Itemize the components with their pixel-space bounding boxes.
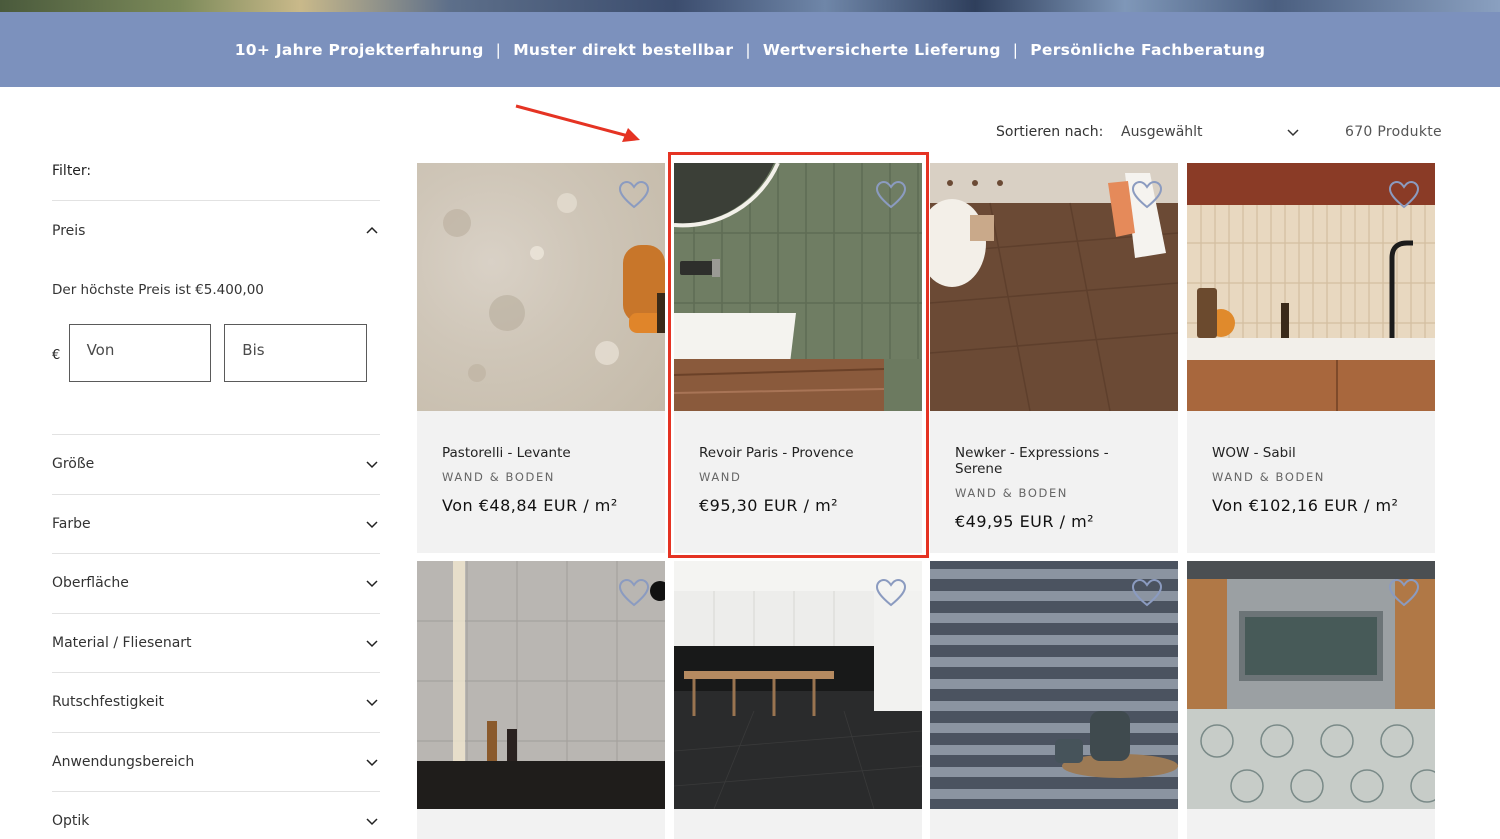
product-name[interactable]: Newker - Expressions - Serene (955, 445, 1153, 477)
product-image[interactable] (1187, 163, 1435, 411)
product-card[interactable]: WOW - Sabil WAND & BODEN Von €102,16 EUR… (1187, 163, 1435, 553)
product-card[interactable]: Newker - Expressions - Serene WAND & BOD… (930, 163, 1178, 553)
sort-bar: Sortieren nach: Ausgewählt (996, 124, 1301, 140)
chevron-down-icon (366, 521, 378, 528)
facet-size-toggle[interactable]: Größe (52, 434, 380, 494)
facet-label: Preis (52, 222, 86, 239)
product-card[interactable] (930, 561, 1178, 839)
chevron-up-icon (366, 226, 378, 234)
product-card[interactable]: Pastorelli - Levante WAND & BODEN Von €4… (417, 163, 665, 553)
product-image[interactable] (417, 561, 665, 809)
chevron-down-icon (1287, 129, 1299, 137)
product-price: €49,95 EUR / m² (955, 512, 1095, 531)
announcement-item: 10+ Jahre Projekterfahrung (234, 40, 484, 59)
product-category: WAND & BODEN (1212, 470, 1326, 484)
announcement-separator: | (745, 40, 751, 59)
announcement-separator: | (495, 40, 502, 59)
wishlist-heart-icon[interactable] (1389, 579, 1419, 607)
facet-label: Material / Fliesenart (52, 634, 192, 651)
wishlist-heart-icon[interactable] (1132, 181, 1162, 209)
product-image[interactable] (417, 163, 665, 411)
product-name[interactable]: Pastorelli - Levante (442, 445, 640, 461)
facet-label: Optik (52, 812, 90, 829)
filter-title: Filter: (52, 163, 92, 179)
announcement-bar: 10+ Jahre Projekterfahrung | Muster dire… (0, 12, 1500, 87)
highlight-frame (668, 152, 929, 558)
price-range-inputs: € Von Bis (52, 324, 380, 382)
max-price-note: Der höchste Preis ist €5.400,00 (52, 282, 264, 298)
facet-material-toggle[interactable]: Material / Fliesenart (52, 612, 380, 673)
sort-label: Sortieren nach: (996, 124, 1104, 140)
chevron-down-icon (366, 818, 378, 825)
facet-slip-resistance-toggle[interactable]: Rutschfestigkeit (52, 672, 380, 732)
facet-label: Oberfläche (52, 575, 129, 592)
product-card[interactable] (674, 561, 922, 839)
product-count: 670 Produkte (1345, 124, 1442, 140)
product-category: WAND & BODEN (442, 470, 556, 484)
wishlist-heart-icon[interactable] (619, 181, 649, 209)
product-price: Von €48,84 EUR / m² (442, 496, 618, 515)
product-name[interactable]: WOW - Sabil (1212, 445, 1410, 461)
product-image[interactable] (930, 163, 1178, 411)
product-image[interactable] (674, 561, 922, 809)
facet-label: Anwendungsbereich (52, 753, 195, 770)
hero-image-strip (0, 0, 1500, 12)
annotation-arrow-icon (515, 104, 640, 142)
sort-selected-value: Ausgewählt (1121, 124, 1203, 140)
sort-select[interactable]: Ausgewählt (1121, 124, 1301, 140)
facet-surface-toggle[interactable]: Oberfläche (52, 553, 380, 613)
product-card[interactable] (417, 561, 665, 839)
chevron-down-icon (366, 699, 378, 707)
facet-application-toggle[interactable]: Anwendungsbereich (52, 731, 380, 792)
facet-label: Farbe (52, 515, 91, 532)
wishlist-heart-icon[interactable] (1132, 579, 1162, 607)
product-image[interactable] (1187, 561, 1435, 809)
facet-color-toggle[interactable]: Farbe (52, 493, 380, 554)
price-to-input[interactable]: Bis (224, 324, 367, 382)
currency-symbol: € (52, 347, 61, 363)
product-info: WOW - Sabil WAND & BODEN Von €102,16 EUR… (1187, 411, 1435, 553)
product-category: WAND & BODEN (955, 486, 1069, 500)
wishlist-heart-icon[interactable] (619, 579, 649, 607)
wishlist-heart-icon[interactable] (1389, 181, 1419, 209)
facet-label: Rutschfestigkeit (52, 694, 165, 711)
price-filter-panel: Der höchste Preis ist €5.400,00 € Von Bi… (52, 282, 380, 434)
chevron-down-icon (366, 580, 378, 588)
chevron-down-icon (366, 461, 378, 469)
product-card[interactable] (1187, 561, 1435, 839)
facet-label: Größe (52, 456, 95, 473)
wishlist-heart-icon[interactable] (876, 579, 906, 607)
filter-sidebar: Filter: Preis Der höchste Preis ist €5.4… (52, 160, 380, 839)
announcement-item: Muster direkt bestellbar (513, 40, 734, 59)
facet-look-toggle[interactable]: Optik (52, 791, 380, 839)
product-image[interactable] (930, 561, 1178, 809)
chevron-down-icon (366, 759, 378, 766)
product-info: Newker - Expressions - Serene WAND & BOD… (930, 411, 1178, 553)
announcement-separator: | (1012, 40, 1019, 59)
chevron-down-icon (366, 640, 378, 647)
facet-price-toggle[interactable]: Preis (52, 200, 380, 260)
price-from-input[interactable]: Von (68, 324, 212, 382)
product-price: Von €102,16 EUR / m² (1212, 496, 1399, 515)
product-info: Pastorelli - Levante WAND & BODEN Von €4… (417, 411, 665, 553)
announcement-item: Persönliche Fachberatung (1030, 40, 1266, 59)
announcement-item: Wertversicherte Lieferung (762, 40, 1001, 59)
